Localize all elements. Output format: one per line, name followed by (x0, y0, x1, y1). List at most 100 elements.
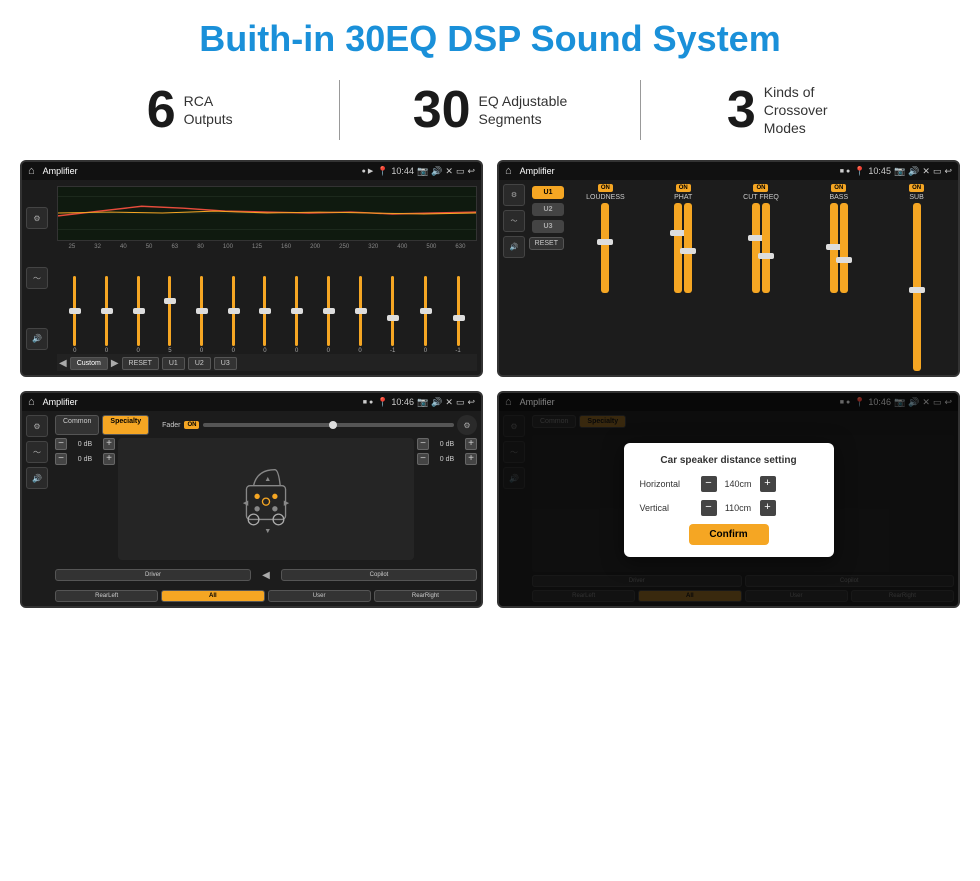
crossover-reset-btn[interactable]: RESET (529, 237, 564, 250)
dialog-horizontal-label: Horizontal (640, 479, 695, 489)
vol-plus-4[interactable]: + (465, 453, 477, 465)
stat-eq-number: 30 (413, 84, 471, 136)
crossover-u2-btn[interactable]: U2 (532, 203, 564, 216)
vol-val-2: 0 dB (69, 456, 101, 463)
speaker-controls: − 0 dB + − 0 dB + (55, 438, 477, 560)
page-title: Buith-in 30EQ DSP Sound System (0, 0, 980, 70)
crossover-home-icon[interactable]: ⌂ (505, 165, 512, 177)
crossover-filter-btn[interactable]: ⚙ (503, 184, 525, 206)
dialog-horizontal-ctrl: − 140cm + (701, 476, 776, 492)
crossover-phat: ON PHAT (646, 184, 721, 371)
fader-label: Fader (162, 422, 180, 429)
rearright-btn[interactable]: RearRight (374, 590, 477, 602)
all-btn[interactable]: All (161, 590, 264, 602)
crossover-u3-btn[interactable]: U3 (532, 220, 564, 233)
cutfreq-label: CUT FREQ (743, 194, 779, 201)
speaker-status-icons: 📍 10:46 📷 🔊 ✕ ▭ ↩ (377, 397, 475, 408)
eq-slider-11: -1 (390, 276, 395, 354)
dialog-title: Car speaker distance setting (640, 455, 818, 466)
eq-slider-9: 0 (327, 276, 330, 354)
window-icon: ▭ (456, 166, 465, 177)
eq-bottom-bar: ◀ Custom ▶ RESET U1 U2 U3 (57, 354, 477, 371)
eq-status-icons: 📍 10:44 📷 🔊 ✕ ▭ ↩ (377, 166, 475, 177)
vol-plus-1[interactable]: + (103, 438, 115, 450)
location-icon: 📍 (377, 166, 388, 177)
car-diagram-wrap: ▲ ▼ ◀ ▶ (118, 438, 414, 560)
speaker-specialty-tab[interactable]: Specialty (102, 415, 149, 435)
eq-play-icon[interactable]: ▶ (111, 358, 119, 369)
spk-spk-btn[interactable]: 🔊 (26, 467, 48, 489)
crossover-u1-btn[interactable]: U1 (532, 186, 564, 199)
speaker-back-icon: ↩ (467, 397, 475, 408)
eq-u2-btn[interactable]: U2 (188, 357, 211, 370)
eq-prev-icon[interactable]: ◀ (59, 358, 67, 369)
vol-plus-3[interactable]: + (465, 438, 477, 450)
dialog-overlay: Car speaker distance setting Horizontal … (499, 393, 958, 606)
svg-text:◀: ◀ (243, 499, 249, 507)
dialog-horizontal-value: 140cm (721, 479, 756, 489)
svg-text:▶: ▶ (284, 499, 290, 507)
stat-crossover-number: 3 (727, 84, 756, 136)
stat-rca: 6 RCAOutputs (60, 84, 319, 136)
spk-filter-btn[interactable]: ⚙ (26, 415, 48, 437)
eq-sidebar-filter-btn[interactable]: ⚙ (26, 207, 48, 229)
vol-minus-3[interactable]: − (417, 438, 429, 450)
vol-minus-2[interactable]: − (55, 453, 67, 465)
screenshots-grid: ⌂ Amplifier ● ▶ 📍 10:44 📷 🔊 ✕ ▭ ↩ ⚙ 〜 🔊 (0, 154, 980, 618)
eq-slider-13: -1 (455, 276, 460, 354)
speaker-volume-icon: 🔊 (431, 397, 442, 408)
back-icon: ↩ (467, 166, 475, 177)
crossover-window-icon: ▭ (933, 166, 942, 177)
driver-btn[interactable]: Driver (55, 569, 251, 581)
spk-wave-btn[interactable]: 〜 (26, 441, 48, 463)
speaker-time: 10:46 (391, 397, 414, 407)
speaker-location-icon: 📍 (377, 397, 388, 408)
sub-on-badge: ON (909, 184, 924, 192)
confirm-button[interactable]: Confirm (689, 524, 769, 545)
dialog-vertical-plus[interactable]: + (760, 500, 776, 516)
speaker-home-icon[interactable]: ⌂ (28, 396, 35, 408)
copilot-btn[interactable]: Copilot (281, 569, 477, 581)
phat-label: PHAT (674, 194, 692, 201)
stat-divider-1 (339, 80, 340, 140)
settings-round-btn[interactable]: ⚙ (457, 415, 477, 435)
loudness-label: LOUDNESS (586, 194, 625, 201)
crossover-wave-btn[interactable]: 〜 (503, 210, 525, 232)
sub-label: SUB (909, 194, 923, 201)
vol-minus-1[interactable]: − (55, 438, 67, 450)
eq-u1-btn[interactable]: U1 (162, 357, 185, 370)
dialog-horizontal-minus[interactable]: − (701, 476, 717, 492)
eq-custom-btn[interactable]: Custom (70, 357, 108, 370)
crossover-spk-btn[interactable]: 🔊 (503, 236, 525, 258)
stat-crossover: 3 Kinds ofCrossover Modes (661, 83, 920, 138)
cutfreq-on-badge: ON (753, 184, 768, 192)
user-btn[interactable]: User (268, 590, 371, 602)
eq-sidebar-speaker-btn[interactable]: 🔊 (26, 328, 48, 350)
dialog-horizontal-plus[interactable]: + (760, 476, 776, 492)
speaker-close-icon: ✕ (445, 397, 453, 408)
eq-sidebar-wave-btn[interactable]: 〜 (26, 267, 48, 289)
vol-plus-2[interactable]: + (103, 453, 115, 465)
vol-minus-4[interactable]: − (417, 453, 429, 465)
speaker-screen: ⚙ 〜 🔊 Common Specialty Fader ON ⚙ (22, 411, 481, 606)
eq-time: 10:44 (391, 166, 414, 176)
rearleft-btn[interactable]: RearLeft (55, 590, 158, 602)
fader-track[interactable] (203, 423, 454, 427)
eq-slider-2: 0 (105, 276, 108, 354)
left-arrow-icon: ◀ (254, 563, 278, 587)
eq-u3-btn[interactable]: U3 (214, 357, 237, 370)
fader-thumb (329, 421, 337, 429)
crossover-status-bar: ⌂ Amplifier ■ ● 📍 10:45 📷 🔊 ✕ ▭ ↩ (499, 162, 958, 180)
fader-on-badge: ON (184, 421, 199, 429)
dialog-vertical-minus[interactable]: − (701, 500, 717, 516)
eq-slider-8: 0 (295, 276, 298, 354)
eq-reset-btn[interactable]: RESET (122, 357, 159, 370)
eq-dots: ● ▶ (362, 167, 374, 175)
home-icon[interactable]: ⌂ (28, 165, 35, 177)
crossover-screen: ⚙ 〜 🔊 U1 U2 U3 RESET ON LOUDNESS (499, 180, 958, 375)
speaker-app-name: Amplifier (43, 397, 359, 407)
speaker-left-panel: − 0 dB + − 0 dB + (55, 438, 115, 560)
volume-icon: 🔊 (431, 166, 442, 177)
speaker-common-tab[interactable]: Common (55, 415, 99, 435)
close-icon: ✕ (445, 166, 453, 177)
